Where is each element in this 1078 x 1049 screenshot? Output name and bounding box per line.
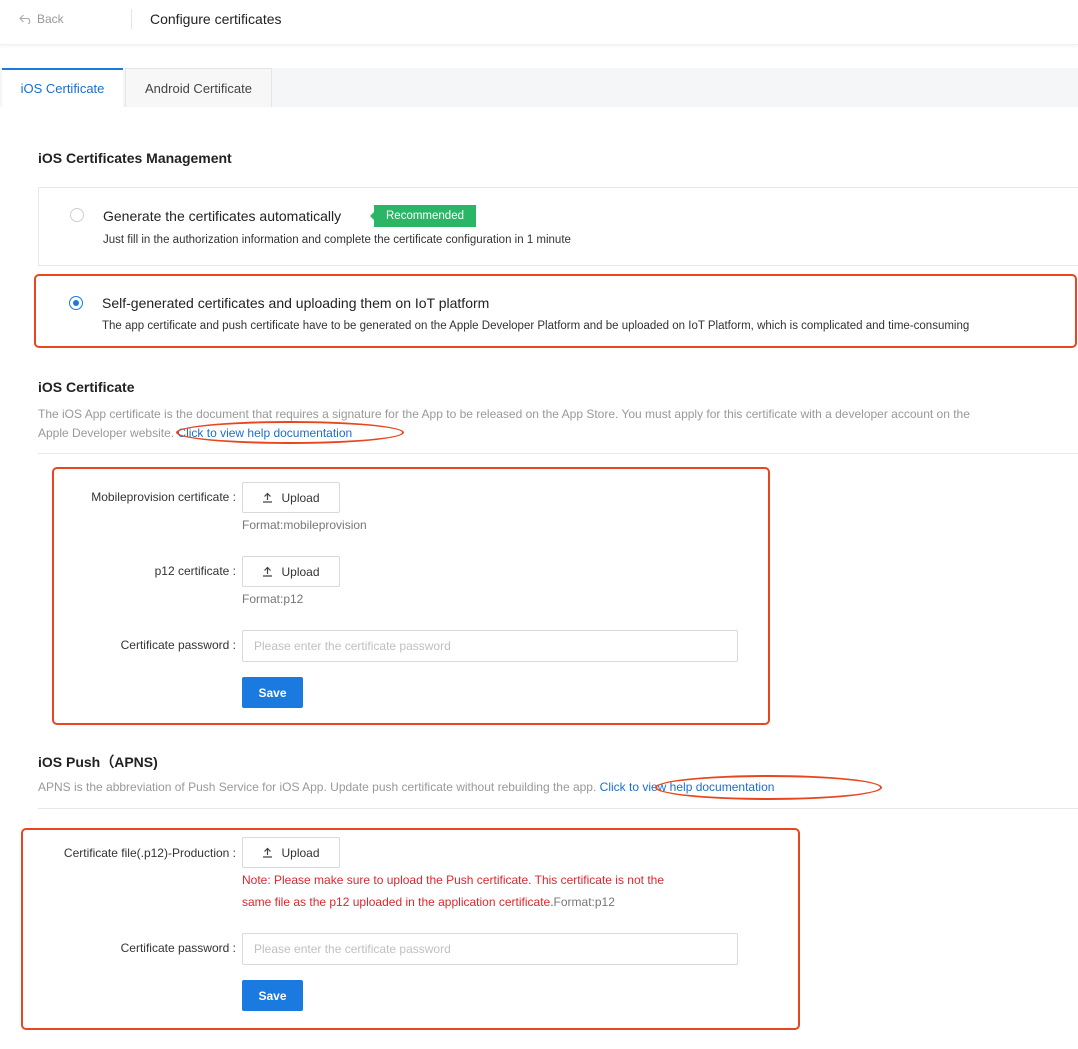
- p12-format-hint: Format:p12: [242, 592, 304, 606]
- tab-android-certificate[interactable]: Android Certificate: [125, 68, 272, 107]
- option-self-description: The app certificate and push certificate…: [102, 320, 970, 332]
- push-password-input[interactable]: [242, 933, 738, 965]
- ios-push-title: iOS Push（APNS): [38, 754, 158, 770]
- option-auto-title: Generate the certificates automatically: [103, 208, 342, 224]
- upload-icon: [263, 847, 273, 858]
- upload-icon: [263, 566, 273, 577]
- divider: [38, 453, 1078, 454]
- option-self-generated[interactable]: Self-generated certificates and uploadin…: [38, 275, 1078, 345]
- ios-push-description: APNS is the abbreviation of Push Service…: [38, 778, 774, 797]
- push-save-button[interactable]: Save: [242, 980, 303, 1011]
- option-auto-description: Just fill in the authorization informati…: [103, 234, 571, 246]
- header-divider: [131, 9, 132, 29]
- radio-auto-generate[interactable]: [70, 208, 84, 222]
- upload-mobileprovision-button[interactable]: Upload: [242, 482, 340, 513]
- ios-certificate-description: The iOS App certificate is the document …: [38, 405, 1078, 443]
- recommended-badge: Recommended: [370, 205, 476, 227]
- push-note-line2: same file as the p12 uploaded in the app…: [242, 895, 554, 909]
- upload-icon: [263, 492, 273, 503]
- mobileprovision-label: Mobileprovision certificate :: [91, 490, 236, 504]
- ios-push-desc-text: APNS is the abbreviation of Push Service…: [38, 780, 597, 794]
- ios-certificate-title: iOS Certificate: [38, 379, 135, 395]
- option-self-title: Self-generated certificates and uploadin…: [102, 295, 490, 311]
- upload-label: Upload: [281, 490, 320, 505]
- divider: [38, 808, 1078, 809]
- push-note-line1: Note: Please make sure to upload the Pus…: [242, 873, 664, 887]
- tab-ios-certificate[interactable]: iOS Certificate: [2, 68, 123, 107]
- push-password-label: Certificate password :: [120, 941, 236, 955]
- ios-cert-password-input[interactable]: [242, 630, 738, 662]
- ios-push-help-link[interactable]: Click to view help documentation: [600, 780, 775, 794]
- ios-cert-save-button[interactable]: Save: [242, 677, 303, 708]
- top-header: Back Configure certificates: [0, 0, 1078, 45]
- p12-label: p12 certificate :: [154, 564, 236, 578]
- ios-cert-desc-line2: Apple Developer website.: [38, 426, 175, 440]
- option-auto-generate[interactable]: Generate the certificates automatically …: [38, 187, 1078, 266]
- tab-bar: iOS Certificate Android Certificate: [0, 68, 1078, 107]
- back-label: Back: [37, 12, 64, 26]
- upload-label: Upload: [281, 845, 320, 860]
- back-button[interactable]: Back: [19, 12, 64, 26]
- upload-push-cert-button[interactable]: Upload: [242, 837, 340, 868]
- management-section-title: iOS Certificates Management: [38, 150, 232, 166]
- page-title: Configure certificates: [150, 11, 282, 27]
- ios-cert-password-label: Certificate password :: [120, 638, 236, 652]
- upload-p12-button[interactable]: Upload: [242, 556, 340, 587]
- annotation-box-ios-cert-form: [52, 467, 770, 725]
- push-cert-file-label: Certificate file(.p12)-Production :: [63, 846, 236, 860]
- mobileprovision-format-hint: Format:mobileprovision: [242, 518, 367, 532]
- upload-label: Upload: [281, 564, 320, 579]
- back-arrow-icon: [19, 14, 31, 24]
- push-format-hint: Format:p12: [553, 895, 615, 909]
- push-cert-note: Note: Please make sure to upload the Pus…: [242, 869, 742, 913]
- radio-self-generated[interactable]: [69, 296, 83, 310]
- ios-cert-help-link[interactable]: Click to view help documentation: [177, 426, 352, 440]
- ios-cert-desc-line1: The iOS App certificate is the document …: [38, 407, 970, 421]
